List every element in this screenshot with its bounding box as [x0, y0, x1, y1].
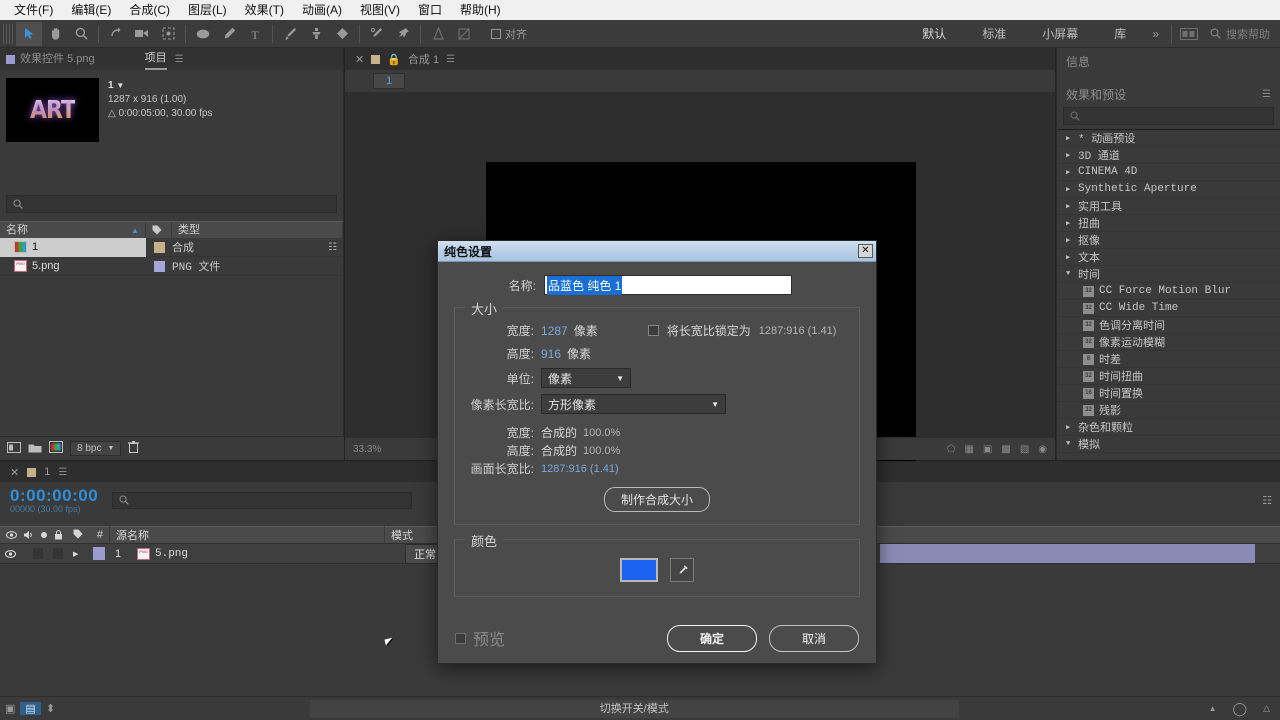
units-value: 像素	[548, 371, 573, 386]
frame-aspect-value: 1287:916 (1.41)	[541, 462, 619, 475]
width-row: 宽度: 1287 像素 将长宽比锁定为 1287:916 (1.41)	[469, 322, 845, 339]
name-label: 名称:	[508, 278, 536, 293]
size-group: 大小 宽度: 1287 像素 将长宽比锁定为 1287:916 (1.41) 高…	[454, 299, 860, 525]
color-swatch[interactable]	[620, 558, 658, 582]
comp-width-row: 宽度: 合成的 100.0%	[469, 424, 845, 441]
modal-overlay: 纯色设置 ✕ 名称: 品蓝色 纯色 1 大小 宽度: 1287 像素 将长宽比锁…	[0, 0, 1280, 720]
comp-width-pct: 100.0%	[583, 426, 621, 439]
lock-aspect-value: 1287:916 (1.41)	[758, 324, 837, 337]
lock-aspect-label: 将长宽比锁定为	[666, 324, 751, 338]
pixel-aspect-value: 方形像素	[548, 397, 597, 412]
eyedropper-icon[interactable]	[670, 558, 694, 582]
frame-aspect-row: 画面长宽比: 1287:916 (1.41)	[469, 460, 845, 477]
comp-height-row: 高度: 合成的 100.0%	[469, 442, 845, 459]
pixel-aspect-label: 像素长宽比:	[470, 397, 534, 412]
preview-toggle[interactable]: 预览	[455, 626, 505, 650]
comp-height-value: 合成的	[541, 444, 578, 458]
size-group-label: 大小	[465, 299, 504, 318]
width-unit: 像素	[573, 324, 598, 338]
comp-relative-info: 宽度: 合成的 100.0% 高度: 合成的 100.0% 画面长宽比: 128…	[469, 424, 845, 477]
pixel-aspect-select[interactable]: 方形像素 ▼	[541, 394, 726, 414]
height-value[interactable]: 916	[541, 347, 561, 361]
units-select[interactable]: 像素 ▼	[541, 368, 631, 388]
after-effects-window: 文件(F) 编辑(E) 合成(C) 图层(L) 效果(T) 动画(A) 视图(V…	[0, 0, 1280, 720]
comp-height-label: 高度:	[506, 444, 534, 458]
solid-settings-dialog: 纯色设置 ✕ 名称: 品蓝色 纯色 1 大小 宽度: 1287 像素 将长宽比锁…	[437, 240, 877, 664]
dialog-footer: 预览 确定 取消	[438, 613, 876, 663]
comp-width-value: 合成的	[541, 426, 578, 440]
height-label: 高度:	[506, 347, 534, 361]
units-row: 单位: 像素 ▼	[469, 368, 845, 388]
name-input[interactable]: 品蓝色 纯色 1	[544, 275, 792, 295]
close-icon[interactable]: ✕	[858, 244, 873, 258]
preview-label: 预览	[473, 632, 506, 649]
comp-width-label: 宽度:	[506, 426, 534, 440]
cancel-button[interactable]: 取消	[769, 624, 859, 652]
ok-button[interactable]: 确定	[667, 624, 757, 652]
units-label: 单位:	[506, 371, 534, 386]
color-group-label: 颜色	[465, 531, 504, 550]
height-unit: 像素	[567, 347, 592, 361]
dialog-action-buttons: 确定 取消	[667, 624, 859, 652]
make-comp-size-wrap: 制作合成大小	[469, 487, 845, 512]
name-input-value: 品蓝色 纯色 1	[547, 275, 623, 295]
color-group: 颜色	[454, 531, 860, 597]
chevron-down-icon: ▼	[616, 373, 624, 383]
dialog-body: 名称: 品蓝色 纯色 1 大小 宽度: 1287 像素 将长宽比锁定为 1287…	[438, 262, 876, 597]
pixel-aspect-row: 像素长宽比: 方形像素 ▼	[469, 394, 845, 414]
width-value[interactable]: 1287	[541, 324, 568, 338]
frame-aspect-label: 画面长宽比:	[470, 462, 534, 476]
height-row: 高度: 916 像素	[469, 345, 845, 362]
width-label: 宽度:	[506, 324, 534, 338]
lock-aspect-checkbox[interactable]	[647, 325, 659, 336]
make-comp-size-button[interactable]: 制作合成大小	[603, 487, 710, 512]
color-controls	[469, 558, 845, 582]
comp-height-pct: 100.0%	[583, 444, 621, 457]
dialog-title: 纯色设置	[444, 244, 493, 259]
name-row: 名称: 品蓝色 纯色 1	[454, 275, 860, 295]
lock-aspect-row[interactable]: 将长宽比锁定为 1287:916 (1.41)	[647, 322, 837, 339]
preview-checkbox[interactable]	[455, 632, 466, 644]
chevron-down-icon: ▼	[711, 399, 719, 409]
dialog-title-bar[interactable]: 纯色设置 ✕	[438, 241, 876, 262]
